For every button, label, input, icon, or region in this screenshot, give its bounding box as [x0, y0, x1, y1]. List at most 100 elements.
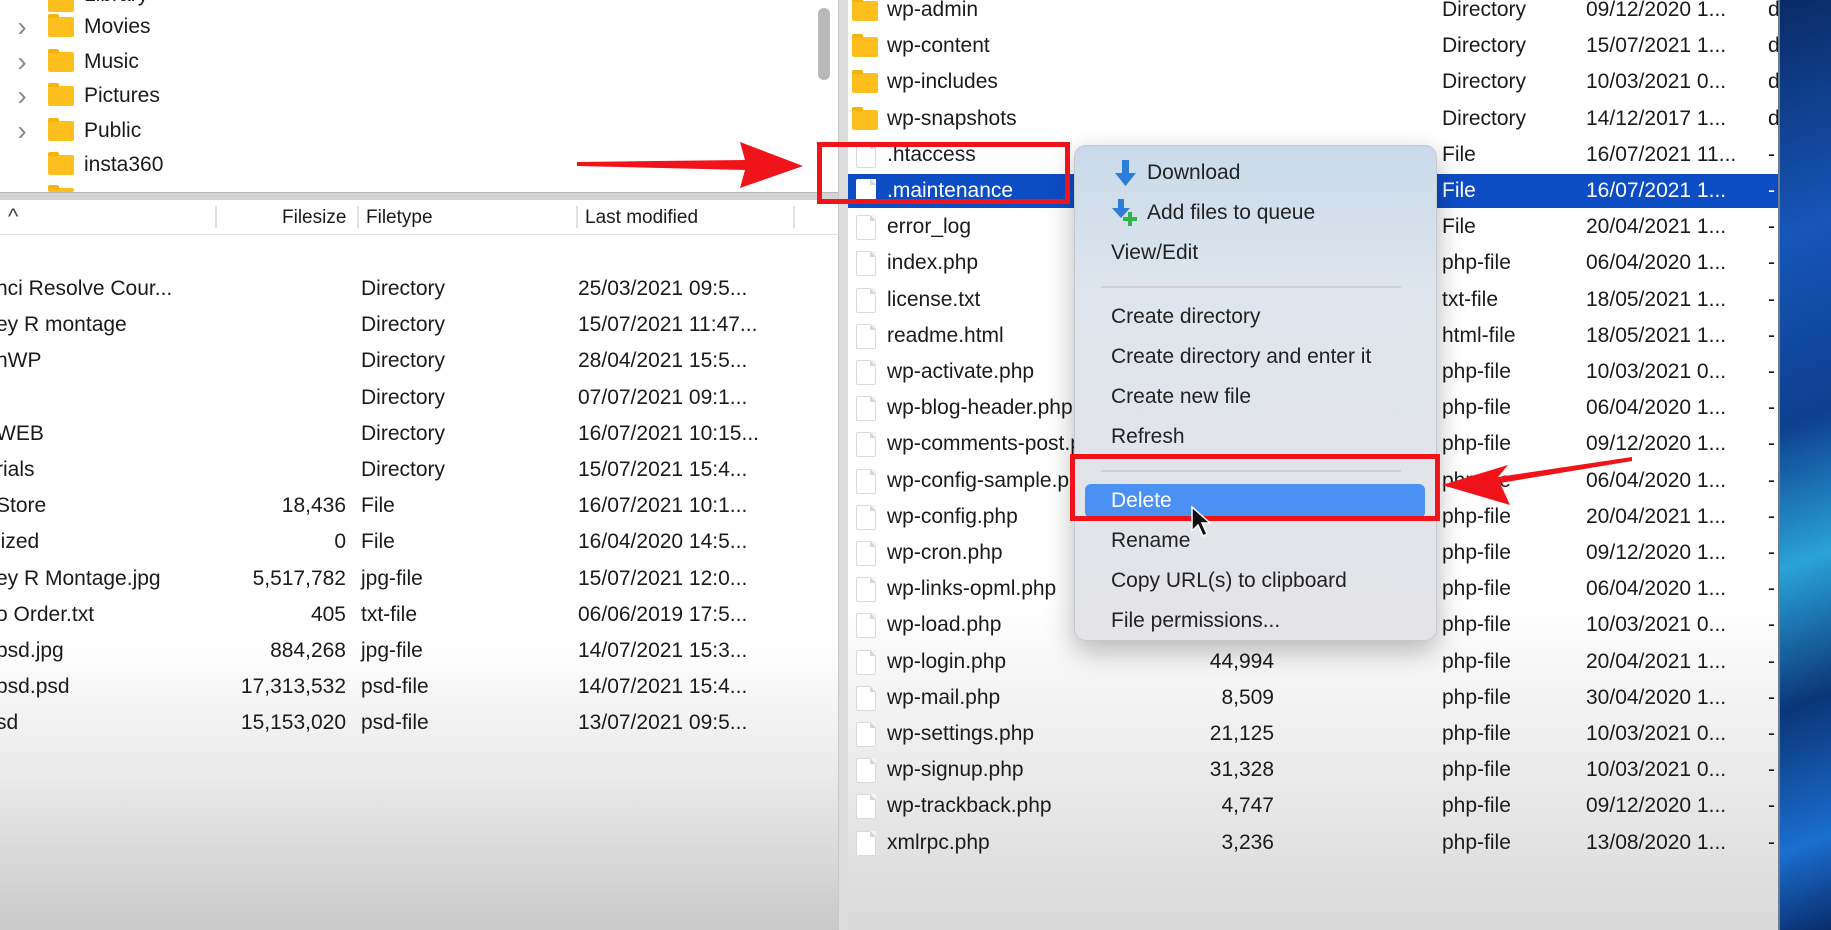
file-name: sd	[0, 711, 19, 735]
file-size: 31,328	[1209, 758, 1274, 782]
file-permissions: -	[1768, 541, 1775, 564]
menu-item-download[interactable]: Download	[1085, 156, 1425, 190]
desktop-wallpaper	[1778, 0, 1831, 930]
file-modified: 16/07/2021 10:15...	[578, 421, 759, 445]
file-name: rials	[0, 458, 35, 481]
remote-file-row[interactable]: wp-signup.php 31,328 php-file 10/03/2021 0.…	[848, 753, 1778, 787]
file-modified: 28/04/2021 15:5...	[578, 349, 748, 373]
menu-item-create-directory-and-enter-it[interactable]: Create directory and enter it	[1085, 340, 1425, 374]
file-size: 21,125	[1209, 722, 1274, 745]
file-modified: 15/07/2021 11:47...	[578, 313, 758, 337]
file-permissions: -	[1768, 613, 1775, 637]
file-modified: 18/05/2021 1...	[1586, 287, 1727, 311]
local-file-row[interactable]: sd 15,153,020 psd-file 13/07/2021 09:5...	[0, 706, 838, 740]
file-icon	[856, 432, 876, 458]
menu-item-label: Download	[1147, 161, 1241, 184]
file-type: php-file	[1442, 685, 1511, 709]
file-name: WEB	[0, 421, 44, 445]
local-file-row[interactable]: nci Resolve Cour... Directory 25/03/2021 0…	[0, 272, 838, 306]
local-file-row[interactable]: Store 18,436 File 16/07/2021 10:1...	[0, 489, 838, 523]
file-modified: 10/03/2021 0...	[1586, 722, 1727, 745]
remote-file-row[interactable]: wp-trackback.php 4,747 php-file 09/12/2020 …	[848, 789, 1778, 823]
file-icon	[856, 830, 876, 856]
menu-item-add-files-to-queue[interactable]: Add files to queue	[1085, 196, 1425, 230]
local-file-row[interactable]: ey R montage Directory 15/07/2021 11:47...	[0, 308, 838, 342]
file-icon	[856, 468, 876, 494]
file-modified: 16/07/2021 11...	[1586, 142, 1737, 166]
file-name: wp-admin	[887, 0, 979, 21]
file-icon	[856, 685, 876, 711]
file-name: wp-activate.php	[887, 360, 1035, 383]
file-type: File	[361, 494, 395, 518]
file-type: php-file	[1442, 251, 1511, 275]
file-icon	[856, 323, 876, 349]
local-file-row[interactable]: Directory 07/07/2021 09:1...	[0, 381, 838, 415]
file-modified: 14/12/2017 1...	[1586, 106, 1727, 130]
file-size: 18,436	[281, 494, 346, 518]
remote-file-row[interactable]: wp-mail.php 8,509 php-file 30/04/2020 1... -	[848, 681, 1778, 715]
file-modified: 06/06/2019 17:5...	[578, 602, 748, 626]
remote-file-row[interactable]: wp-content Directory 15/07/2021 1... d	[848, 29, 1778, 63]
file-permissions: -	[1768, 649, 1775, 673]
file-permissions: -	[1768, 179, 1775, 202]
local-file-row[interactable]: rials Directory 15/07/2021 15:4...	[0, 453, 838, 487]
file-type: Directory	[361, 277, 446, 300]
menu-item-copy-url-s-to-clipboard[interactable]: Copy URL(s) to clipboard	[1085, 564, 1425, 598]
annotation-highlight-delete	[1070, 454, 1440, 521]
file-name: nci Resolve Cour...	[0, 277, 173, 300]
menu-item-refresh[interactable]: Refresh	[1085, 420, 1425, 454]
file-icon	[856, 649, 876, 675]
file-icon	[856, 722, 876, 747]
file-icon	[856, 541, 876, 566]
remote-file-row[interactable]: wp-admin Directory 09/12/2020 1... d	[848, 0, 1778, 27]
local-file-row[interactable]: lized 0 File 16/04/2020 14:5...	[0, 525, 838, 559]
remote-file-row[interactable]: xmlrpc.php 3,236 php-file 13/08/2020 1... -	[848, 826, 1778, 860]
file-type: php-file	[1442, 577, 1511, 601]
file-permissions: -	[1768, 722, 1775, 745]
file-name: wp-content	[887, 34, 990, 58]
local-file-row[interactable]: ey R Montage.jpg 5,517,782 jpg-file 15/07/2…	[0, 562, 838, 596]
file-type: Directory	[361, 421, 446, 445]
file-modified: 25/03/2021 09:5...	[578, 277, 748, 300]
file-modified: 06/04/2020 1...	[1586, 396, 1727, 420]
file-type: txt-file	[361, 602, 418, 626]
menu-item-create-directory[interactable]: Create directory	[1085, 300, 1425, 334]
file-modified: 10/03/2021 0...	[1586, 360, 1727, 383]
menu-item-rename[interactable]: Rename	[1085, 524, 1425, 558]
file-size: 17,313,532	[240, 675, 346, 699]
local-file-row[interactable]: psd.psd 17,313,532 psd-file 14/07/2021 15:4…	[0, 670, 838, 704]
remote-file-row[interactable]: wp-snapshots Directory 14/12/2017 1... d	[848, 102, 1778, 136]
menu-item-create-new-file[interactable]: Create new file	[1085, 380, 1425, 414]
file-type: psd-file	[361, 675, 429, 699]
file-name: wp-trackback.php	[887, 794, 1052, 818]
folder-icon	[852, 34, 878, 58]
file-type: Directory	[1442, 34, 1527, 58]
file-permissions: d	[1768, 106, 1778, 130]
file-name: wp-settings.php	[887, 722, 1035, 745]
file-modified: 14/07/2021 15:4...	[578, 675, 748, 699]
file-type: File	[1442, 179, 1476, 202]
remote-file-row[interactable]: wp-login.php 44,994 php-file 20/04/2021 1..…	[848, 645, 1778, 679]
file-permissions: -	[1768, 396, 1775, 420]
file-type: jpg-file	[361, 639, 423, 662]
local-file-row[interactable]: psd.jpg 884,268 jpg-file 14/07/2021 15:3...	[0, 634, 838, 668]
remote-file-row[interactable]: wp-includes Directory 10/03/2021 0... d	[848, 65, 1778, 99]
file-type: html-file	[1442, 323, 1516, 347]
file-type: Directory	[361, 385, 446, 409]
file-name: ey R Montage.jpg	[0, 566, 161, 590]
file-permissions: -	[1768, 577, 1775, 601]
folder-icon	[852, 70, 878, 94]
file-name: wp-login.php	[887, 649, 1007, 673]
annotation-arrow-right-icon	[577, 142, 803, 188]
menu-item-view-edit[interactable]: View/Edit	[1085, 236, 1425, 270]
local-file-row[interactable]: WEB Directory 16/07/2021 10:15...	[0, 417, 838, 451]
file-modified: 20/04/2021 1...	[1586, 215, 1727, 239]
remote-file-row[interactable]: wp-settings.php 21,125 php-file 10/03/2021 …	[848, 717, 1778, 751]
file-modified: 13/07/2021 09:5...	[578, 711, 748, 735]
local-file-row[interactable]: nWP Directory 28/04/2021 15:5...	[0, 344, 838, 378]
file-icon	[856, 758, 876, 784]
file-size: 884,268	[270, 639, 346, 662]
folder-icon	[852, 0, 878, 21]
local-file-row[interactable]: o Order.txt 405 txt-file 06/06/2019 17:5...	[0, 598, 838, 632]
menu-item-file-permissions[interactable]: File permissions...	[1085, 604, 1425, 638]
